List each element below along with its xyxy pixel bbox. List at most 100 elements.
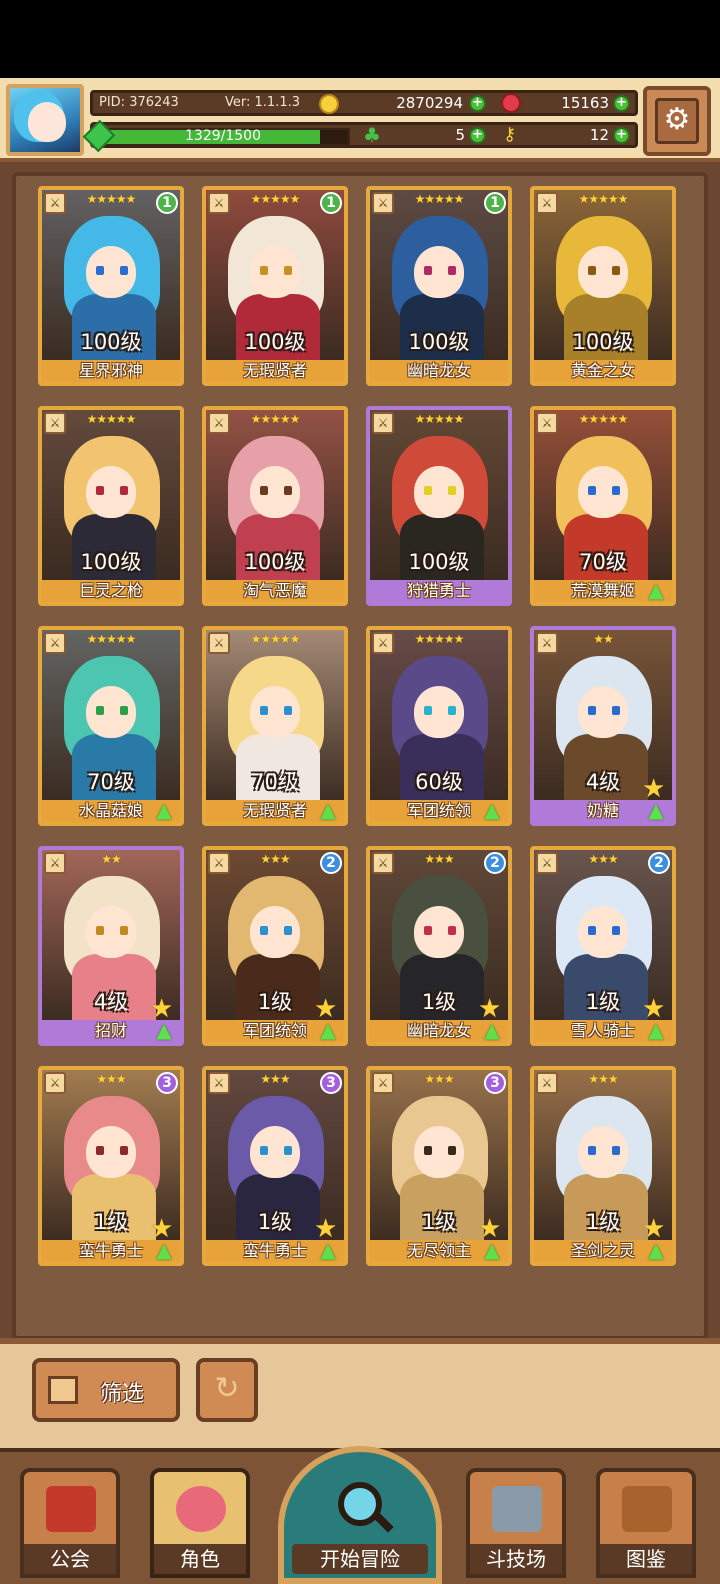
settings-button[interactable]: ⚙ [643, 86, 711, 156]
character-card[interactable]: ⚔ ★★★ 3 1级 ★ 无尽领主 ▲ [366, 1066, 512, 1266]
eye-left [424, 486, 432, 495]
player-avatar[interactable] [6, 84, 84, 156]
character-icon [176, 1486, 226, 1532]
eye-left [260, 486, 268, 495]
face-shape [578, 1126, 628, 1178]
eye-left [260, 1146, 268, 1155]
star-rating: ★★★★★ [414, 412, 465, 426]
refresh-button[interactable]: ↻ [196, 1358, 258, 1422]
character-card[interactable]: ⚔ ★★ 4级 ★ 奶糖 ▲ [530, 626, 676, 826]
pid-label: PID: 376243 [99, 95, 179, 110]
face-shape [250, 246, 300, 298]
star-rating: ★★★ [588, 1072, 618, 1086]
character-card[interactable]: ⚔ ★★★ 3 1级 ★ 蛮牛勇士 ▲ [38, 1066, 184, 1266]
gem-icon [501, 93, 521, 113]
star-rating: ★★★★★ [86, 632, 137, 646]
arena-icon [492, 1486, 542, 1532]
character-card[interactable]: ⚔ ★★★ 2 1级 ★ 幽暗龙女 ▲ [366, 846, 512, 1046]
face-shape [250, 1126, 300, 1178]
eye-right [448, 926, 456, 935]
card-level: 100级 [408, 550, 470, 574]
gold-coin-icon [319, 94, 339, 114]
character-card[interactable]: ⚔ ★★★ 1级 ★ 圣剑之灵 ▲ [530, 1066, 676, 1266]
character-card[interactable]: ⚔ ★★★★★ 70级 荒漠舞姬 ▲ [530, 406, 676, 606]
eye-right [120, 266, 128, 275]
character-card[interactable]: ⚔ ★★ 4级 ★ 招财 ▲ [38, 846, 184, 1046]
eye-left [260, 706, 268, 715]
card-level: 100级 [244, 550, 306, 574]
gold-amount: 2870294 [396, 94, 463, 112]
add-clover-button[interactable]: + [469, 127, 486, 144]
rank-badge: 1 [156, 192, 178, 214]
character-card[interactable]: ⚔ ★★★★★ 70级 水晶菇娘 ▲ [38, 626, 184, 826]
face-shape [414, 906, 464, 958]
upgrade-arrow-icon: ▲ [484, 1018, 500, 1042]
eye-right [120, 926, 128, 935]
face-shape [86, 1126, 136, 1178]
star-rating: ★★★★★ [578, 412, 629, 426]
eye-left [588, 706, 596, 715]
character-card[interactable]: ⚔ ★★★★★ 100级 淘气恶魔 [202, 406, 348, 606]
character-card[interactable]: ⚔ ★★★ 2 1级 ★ 雪人骑士 ▲ [530, 846, 676, 1046]
eye-right [612, 706, 620, 715]
eye-left [588, 266, 596, 275]
avatar-face [28, 102, 66, 142]
character-card[interactable]: ⚔ ★★★★★ 100级 巨灵之枪 [38, 406, 184, 606]
clover-icon: ♣ [363, 123, 381, 147]
character-card[interactable]: ⚔ ★★★ 3 1级 ★ 蛮牛勇士 ▲ [202, 1066, 348, 1266]
gear-icon: ⚙ [655, 98, 699, 144]
card-name: 狩猎勇士 [370, 580, 508, 602]
eye-right [284, 486, 292, 495]
face-shape [250, 466, 300, 518]
eye-right [284, 926, 292, 935]
upgrade-arrow-icon: ▲ [648, 578, 664, 602]
character-card[interactable]: ⚔ ★★★★★ 1 100级 星界邪神 [38, 186, 184, 386]
face-shape [578, 686, 628, 738]
eye-right [612, 926, 620, 935]
gem-amount: 15163 [561, 94, 609, 112]
eye-left [260, 266, 268, 275]
eye-left [588, 1146, 596, 1155]
add-key-button[interactable]: + [613, 127, 630, 144]
add-gold-button[interactable]: + [469, 95, 486, 112]
upgrade-arrow-icon: ▲ [156, 798, 172, 822]
star-rating: ★★★★★ [578, 192, 629, 206]
character-card[interactable]: ⚔ ★★★★★ 70级 无瑕贤者 ▲ [202, 626, 348, 826]
filter-button[interactable]: 筛选 [32, 1358, 180, 1422]
face-shape [414, 686, 464, 738]
character-card[interactable]: ⚔ ★★★★★ 60级 军团统领 ▲ [366, 626, 512, 826]
upgrade-arrow-icon: ▲ [156, 1238, 172, 1262]
character-card[interactable]: ⚔ ★★★ 2 1级 ★ 军团统领 ▲ [202, 846, 348, 1046]
add-gem-button[interactable]: + [613, 95, 630, 112]
nav-character[interactable]: 角色 [150, 1468, 250, 1578]
eye-right [448, 486, 456, 495]
eye-right [448, 1146, 456, 1155]
version-label: Ver: 1.1.1.3 [225, 95, 300, 110]
upgrade-arrow-icon: ▲ [484, 798, 500, 822]
nav-arena-label: 斗技场 [470, 1544, 562, 1574]
eye-left [588, 486, 596, 495]
eye-left [424, 706, 432, 715]
upgrade-arrow-icon: ▲ [484, 1238, 500, 1262]
status-area [0, 0, 720, 78]
card-level: 70级 [579, 550, 627, 574]
nav-codex[interactable]: 图鉴 [596, 1468, 696, 1578]
star-rating: ★★★★★ [414, 632, 465, 646]
rank-badge: 2 [320, 852, 342, 874]
character-card[interactable]: ⚔ ★★★★★ 1 100级 无瑕贤者 [202, 186, 348, 386]
face-shape [86, 246, 136, 298]
currency-bar: PID: 376243 Ver: 1.1.1.3 2870294 + 15163… [90, 90, 638, 116]
eye-left [424, 926, 432, 935]
face-shape [86, 466, 136, 518]
nav-arena[interactable]: 斗技场 [466, 1468, 566, 1578]
star-rating: ★★ [593, 632, 614, 646]
character-card[interactable]: ⚔ ★★★★★ 1 100级 幽暗龙女 [366, 186, 512, 386]
card-level: 70级 [251, 770, 299, 794]
upgrade-arrow-icon: ▲ [648, 1238, 664, 1262]
character-card[interactable]: ⚔ ★★★★★ 100级 狩猎勇士 [366, 406, 512, 606]
nav-guild[interactable]: 公会 [20, 1468, 120, 1578]
eye-left [96, 266, 104, 275]
star-rating: ★★★★★ [250, 412, 301, 426]
character-card[interactable]: ⚔ ★★★★★ 100级 黄金之女 [530, 186, 676, 386]
eye-right [284, 266, 292, 275]
